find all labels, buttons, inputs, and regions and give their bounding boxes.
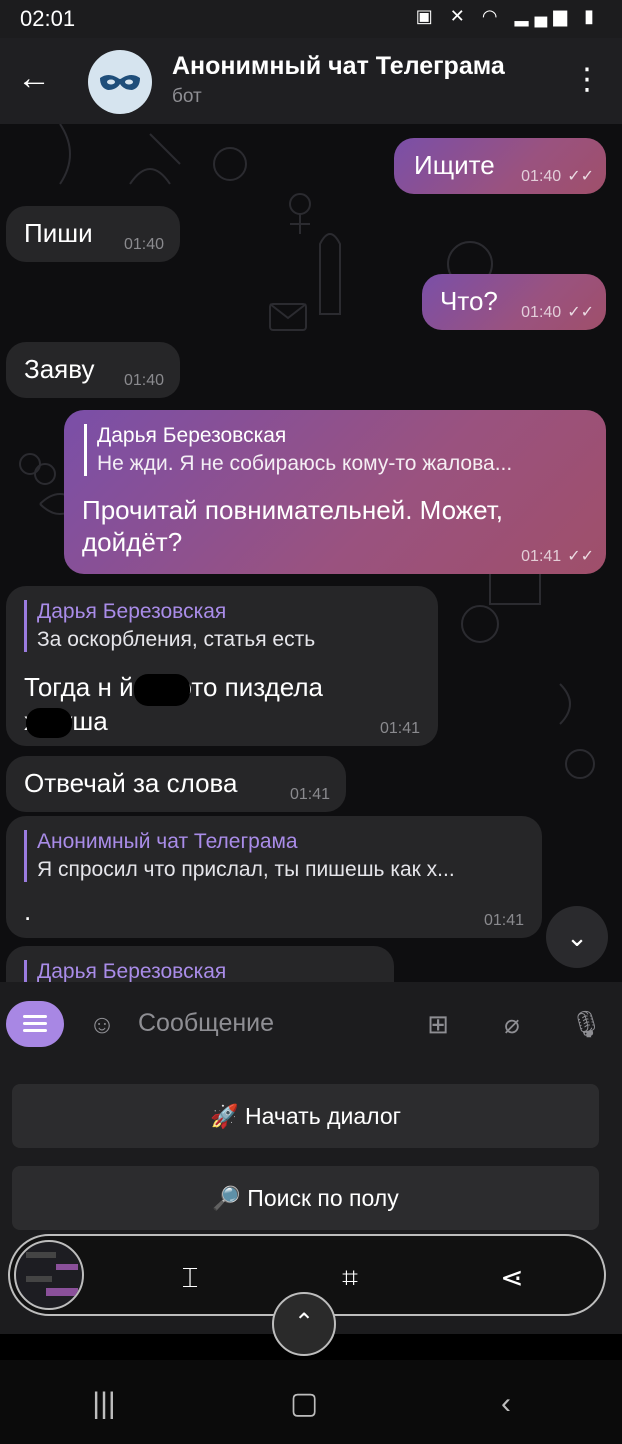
bot-menu-icon-line <box>23 1022 47 1025</box>
status-bar: 02:01 ▣ ✕ ◠ ▂▄▆ ▮ <box>0 0 622 38</box>
message-text: Ищите <box>414 150 495 180</box>
bot-menu-icon <box>23 1015 47 1018</box>
reply-text: Я спросил что прислал, ты пишешь как х..… <box>37 858 455 881</box>
message-text: Что? <box>440 286 498 316</box>
signal-icon: ▂▄▆ <box>514 6 574 26</box>
scroll-down-button[interactable]: ⌄ <box>546 906 608 968</box>
message-bubble-incoming[interactable]: Дарья Березовская За оскорбления, статья… <box>6 586 438 746</box>
mask-icon <box>100 75 140 90</box>
chat-subtitle: бот <box>172 86 202 107</box>
message-text: Пиши <box>24 218 93 248</box>
message-text: Прочитай повнимательней. Может, дойдёт? <box>82 495 504 557</box>
reply-quote[interactable]: Дарья Березовская <box>24 960 397 982</box>
crop-edit-icon[interactable]: ⌗ <box>330 1258 370 1298</box>
status-time: 02:01 <box>20 6 76 31</box>
status-icons: ▣ ✕ ◠ ▂▄▆ ▮ <box>416 6 600 27</box>
censor-blot <box>26 708 72 738</box>
message-bubble-incoming[interactable]: Пиши 01:40 <box>6 206 180 262</box>
thumbnail-preview <box>26 1252 78 1296</box>
message-text: Заяву <box>24 354 95 384</box>
share-icon[interactable]: ⋖ <box>492 1258 532 1298</box>
reply-author: Анонимный чат Телеграма <box>37 830 298 853</box>
reply-quote[interactable]: Дарья Березовская За оскорбления, статья… <box>24 600 437 652</box>
screenshot-thumbnail[interactable] <box>14 1240 84 1310</box>
message-time: 01:40 <box>123 372 164 389</box>
message-text: Отвечай за слова <box>24 768 238 798</box>
message-text: . <box>24 896 32 926</box>
double-check-icon: ✓✓ <box>567 168 594 185</box>
message-time: 01:40 ✓✓ <box>521 304 594 321</box>
message-bubble-outgoing[interactable]: Ищите 01:40 ✓✓ <box>394 138 606 194</box>
arrow-left-icon: ← <box>17 59 51 97</box>
avatar[interactable] <box>88 50 152 114</box>
double-check-icon: ✓✓ <box>567 548 594 565</box>
more-vertical-icon: ⋮ <box>572 63 602 96</box>
message-list[interactable]: Ищите 01:40 ✓✓ Пиши 01:40 Что? 01:40 ✓✓ За… <box>0 124 622 982</box>
message-bubble-incoming[interactable]: Заяву 01:40 <box>6 342 180 398</box>
wifi-icon: ◠ <box>481 6 504 26</box>
message-input[interactable]: Сообщение <box>138 1009 274 1038</box>
keyboard-toggle-icon[interactable]: ⊞ <box>418 1004 458 1044</box>
start-dialog-button[interactable]: 🚀 Начать диалог <box>12 1084 599 1148</box>
message-bubble-incoming[interactable]: Анонимный чат Телеграма Я спросил что пр… <box>6 816 542 938</box>
system-navigation-bar: ||| ▢ ‹ <box>0 1360 622 1444</box>
message-time: 01:41 <box>379 720 420 737</box>
reply-text: За оскорбления, статья есть <box>37 628 316 651</box>
home-icon[interactable]: ▢ <box>274 1382 334 1426</box>
search-by-gender-button[interactable]: 🔎 Поиск по полу <box>12 1166 599 1230</box>
message-bubble-incoming[interactable]: Отвечай за слова 01:41 <box>6 756 346 812</box>
recents-icon[interactable]: ||| <box>74 1382 134 1426</box>
scroll-capture-icon[interactable]: ⌶ <box>170 1258 210 1298</box>
message-bubble-outgoing[interactable]: Дарья Березовская Не жди. Я не собираюсь… <box>64 410 606 574</box>
back-icon[interactable]: ‹ <box>476 1382 536 1426</box>
message-time: 01:41 ✓✓ <box>521 548 594 565</box>
chat-header: ← Анонимный чат Телеграма бот ⋮ <box>0 38 622 124</box>
censor-blot <box>134 674 190 706</box>
message-bubble-outgoing[interactable]: Что? 01:40 ✓✓ <box>422 274 606 330</box>
chat-title[interactable]: Анонимный чат Телеграма <box>172 52 505 81</box>
reply-quote[interactable]: Дарья Березовская Не жди. Я не собираюсь… <box>84 424 597 476</box>
battery-icon: ▮ <box>584 6 600 26</box>
reply-author: Дарья Березовская <box>97 424 287 447</box>
collapse-toolbar-button[interactable]: ⌃ <box>272 1292 336 1356</box>
sticker-icon[interactable]: ☺ <box>82 1004 122 1044</box>
message-time: 01:41 <box>289 786 330 803</box>
chevron-down-icon: ⌄ <box>566 922 588 952</box>
message-time: 01:40 <box>123 236 164 253</box>
battery-saver-icon: ▣ <box>415 6 439 26</box>
mute-icon: ✕ <box>449 6 471 26</box>
bot-menu-button[interactable] <box>6 1001 64 1047</box>
reply-quote[interactable]: Анонимный чат Телеграма Я спросил что пр… <box>24 830 537 882</box>
attach-icon[interactable]: ⌀ <box>492 1004 532 1044</box>
back-button[interactable]: ← <box>14 58 54 102</box>
reply-author: Дарья Березовская <box>37 960 227 982</box>
message-time: 01:40 ✓✓ <box>521 168 594 185</box>
chevron-up-icon: ⌃ <box>293 1309 315 1336</box>
double-check-icon: ✓✓ <box>567 304 594 321</box>
reply-author: Дарья Березовская <box>37 600 227 623</box>
message-bubble-incoming[interactable]: Дарья Березовская <box>6 946 394 982</box>
message-composer: ☺ Сообщение ⊞ ⌀ 🎙 <box>0 982 622 1064</box>
more-options-button[interactable]: ⋮ <box>572 60 602 104</box>
mic-icon[interactable]: 🎙 <box>566 1004 606 1044</box>
message-time: 01:41 <box>483 912 524 929</box>
bot-menu-icon-line <box>23 1029 47 1032</box>
reply-text: Не жди. Я не собираюсь кому-то жалова... <box>97 452 513 475</box>
